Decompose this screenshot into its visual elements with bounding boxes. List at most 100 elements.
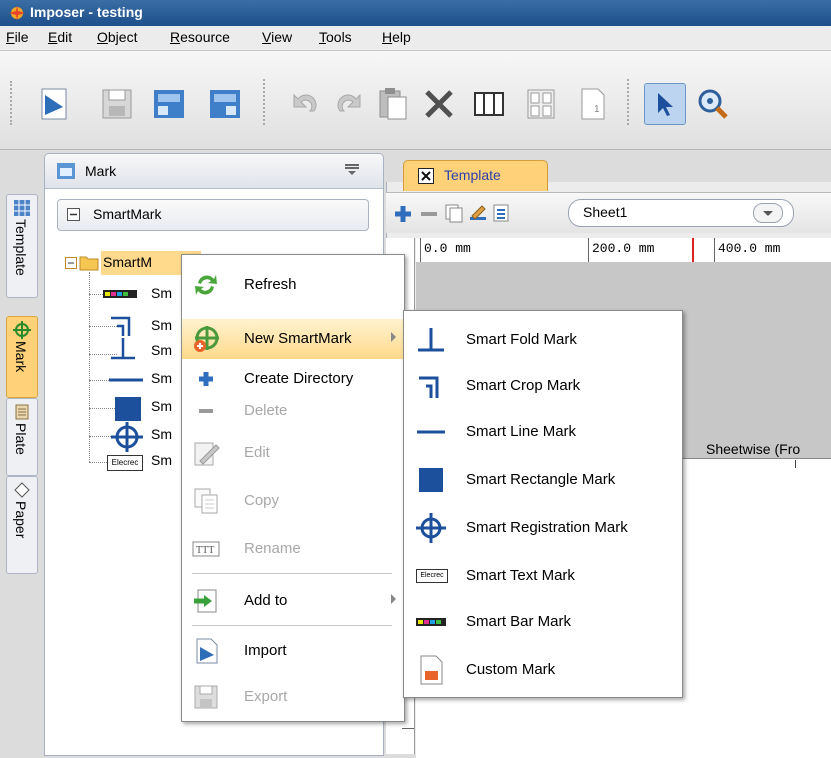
folder-icon xyxy=(79,256,99,271)
new-document-icon[interactable] xyxy=(36,85,74,123)
paper-icon xyxy=(14,482,30,498)
columns-icon[interactable] xyxy=(470,85,508,123)
tree-root-label[interactable]: SmartM xyxy=(103,254,152,270)
zoom-icon[interactable] xyxy=(694,85,732,123)
menu-item-export[interactable]: Export xyxy=(182,677,404,717)
svg-text:1: 1 xyxy=(594,104,600,115)
select-tool-button[interactable] xyxy=(644,83,686,125)
delete-x-icon[interactable] xyxy=(420,85,458,123)
mark-panel-icon xyxy=(57,163,75,179)
menu-item-delete[interactable]: Delete xyxy=(182,391,404,431)
fold-mark-icon xyxy=(418,328,444,352)
text-mark-icon: Elecrec xyxy=(416,569,448,583)
tree-item-label[interactable]: Sm xyxy=(151,370,172,386)
tree-item-label[interactable]: Sm xyxy=(151,317,172,333)
tree-item-label[interactable]: Sm xyxy=(151,452,172,468)
toolbar-grip xyxy=(10,81,13,125)
panel-menu-icon[interactable] xyxy=(345,164,359,176)
undo-icon[interactable] xyxy=(286,85,324,123)
sheet-toolbar: Sheet1 xyxy=(386,192,831,233)
bar-mark-icon xyxy=(416,618,446,626)
smartmark-group-header[interactable]: SmartMark xyxy=(57,199,369,231)
tree-branch xyxy=(89,462,109,463)
tree-item-label[interactable]: Sm xyxy=(151,342,172,358)
grid-pages-icon[interactable] xyxy=(522,85,560,123)
tree-collapse-icon[interactable] xyxy=(65,257,77,269)
close-tab-icon[interactable] xyxy=(418,168,434,184)
new-smartmark-submenu: Smart Fold Mark Smart Crop Mark Smart Li… xyxy=(403,310,683,698)
tree-item-label[interactable]: Sm xyxy=(151,285,172,301)
toolbar: 1 xyxy=(0,51,831,150)
tree-item-label[interactable]: Sm xyxy=(151,426,172,442)
menu-object[interactable]: Object xyxy=(97,29,137,45)
menu-file[interactable]: File xyxy=(6,29,29,45)
menu-item-smart-fold-mark[interactable]: Smart Fold Mark xyxy=(404,317,682,363)
template-tab-label: Template xyxy=(444,167,501,183)
window-title: Imposer - testing xyxy=(30,4,143,20)
rename-icon: TTT xyxy=(192,541,220,557)
redo-icon[interactable] xyxy=(330,85,368,123)
menu-tools[interactable]: Tools xyxy=(319,29,352,45)
menu-item-new-smartmark[interactable]: New SmartMark xyxy=(182,319,404,359)
tab-template-view[interactable]: Template xyxy=(403,160,548,191)
registration-mark-tree-icon xyxy=(111,422,143,452)
menu-separator xyxy=(192,625,392,626)
edit-sheet-icon[interactable] xyxy=(468,203,488,223)
tab-plate[interactable]: Plate xyxy=(6,398,38,476)
import-icon xyxy=(196,638,218,664)
tab-template-label: Template xyxy=(13,219,29,276)
chevron-down-icon[interactable] xyxy=(753,203,783,223)
collapse-icon[interactable] xyxy=(67,208,80,221)
tab-template[interactable]: Template xyxy=(6,194,38,298)
menu-item-custom-mark[interactable]: Custom Mark xyxy=(404,647,682,693)
menu-resource[interactable]: Resource xyxy=(170,29,230,45)
menu-item-refresh[interactable]: Refresh xyxy=(182,265,404,305)
registration-target-icon xyxy=(13,321,31,339)
menu-item-add-to[interactable]: Add to xyxy=(182,581,404,621)
ruler-tick xyxy=(714,238,715,262)
menu-item-smart-line-mark[interactable]: Smart Line Mark xyxy=(404,409,682,455)
ruler-tick xyxy=(420,238,421,262)
menu-view[interactable]: View xyxy=(262,29,292,45)
menu-item-smart-bar-mark[interactable]: Smart Bar Mark xyxy=(404,599,682,645)
save-icon[interactable] xyxy=(98,85,136,123)
sheet-select[interactable]: Sheet1 xyxy=(568,199,794,227)
menu-item-smart-registration-mark[interactable]: Smart Registration Mark xyxy=(404,505,682,551)
menu-item-smart-rectangle-mark[interactable]: Smart Rectangle Mark xyxy=(404,457,682,503)
mark-panel-title: Mark xyxy=(85,163,117,179)
menu-help[interactable]: Help xyxy=(382,29,411,45)
paste-icon[interactable] xyxy=(374,85,412,123)
line-mark-icon xyxy=(417,430,445,434)
remove-icon[interactable] xyxy=(420,205,438,223)
arrow-pointer-icon xyxy=(658,93,673,116)
svg-text:TTT: TTT xyxy=(196,545,214,556)
layout-left-icon[interactable] xyxy=(150,85,188,123)
menu-item-import[interactable]: Import xyxy=(182,631,404,671)
menu-item-edit[interactable]: Edit xyxy=(182,433,404,473)
tab-paper[interactable]: Paper xyxy=(6,476,38,574)
tree-item-label[interactable]: Sm xyxy=(151,398,172,414)
duplicate-sheet-icon[interactable] xyxy=(444,203,464,223)
sheet-tick xyxy=(795,460,796,468)
add-icon[interactable] xyxy=(394,205,412,223)
refresh-icon xyxy=(195,275,217,295)
menu-item-rename[interactable]: TTT Rename xyxy=(182,529,404,569)
line-mark-tree-icon xyxy=(109,378,143,382)
menu-item-smart-text-mark[interactable]: Elecrec Smart Text Mark xyxy=(404,553,682,599)
menu-edit[interactable]: Edit xyxy=(48,29,72,45)
menu-item-copy[interactable]: Copy xyxy=(182,481,404,521)
submenu-arrow-icon xyxy=(391,332,396,342)
tab-mark[interactable]: Mark xyxy=(6,316,38,398)
toolbar-separator xyxy=(263,79,266,125)
template-grid-icon xyxy=(14,200,30,216)
page-number-icon[interactable]: 1 xyxy=(574,85,612,123)
layout-right-icon[interactable] xyxy=(206,85,244,123)
toolbar-separator xyxy=(627,79,630,125)
menu-item-smart-crop-mark[interactable]: Smart Crop Mark xyxy=(404,363,682,409)
tree-guide-line xyxy=(89,272,91,462)
mark-panel-header: Mark xyxy=(45,154,383,189)
sheetwise-label: Sheetwise (Fro xyxy=(706,441,801,457)
export-icon xyxy=(194,685,218,709)
edit-icon xyxy=(194,442,220,466)
sheet-list-icon[interactable] xyxy=(492,203,512,223)
